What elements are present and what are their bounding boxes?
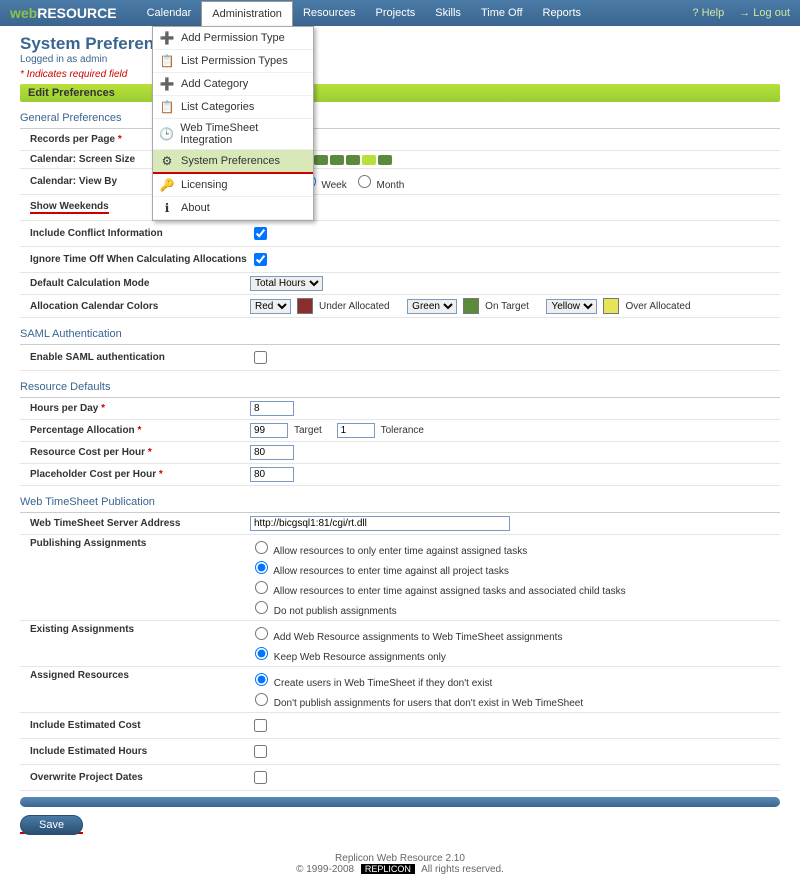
pct-tol-input[interactable] bbox=[337, 423, 375, 438]
pub-label: Publishing Assignments bbox=[20, 538, 250, 549]
dd-list-categories[interactable]: 📋List Categories bbox=[153, 96, 313, 119]
server-input[interactable] bbox=[250, 516, 510, 531]
menu-icon: ⚙ bbox=[159, 153, 175, 169]
ph-label: Placeholder Cost per Hour bbox=[30, 469, 156, 480]
page-title: System Preferences bbox=[20, 34, 780, 54]
dd-about[interactable]: ℹAbout bbox=[153, 197, 313, 220]
pub-opt-0[interactable]: Allow resources to only enter time again… bbox=[250, 538, 527, 557]
dd-add-category[interactable]: ➕Add Category bbox=[153, 73, 313, 96]
dd-web-timesheet-integration[interactable]: 🕒Web TimeSheet Integration bbox=[153, 119, 313, 150]
assign-opt-0[interactable]: Create users in Web TimeSheet if they do… bbox=[250, 670, 492, 689]
login-info: Logged in as admin bbox=[20, 54, 780, 65]
menu-reports[interactable]: Reports bbox=[533, 0, 592, 26]
pub-opt-2[interactable]: Allow resources to enter time against as… bbox=[250, 578, 626, 597]
ignoretime-checkbox[interactable] bbox=[254, 253, 267, 266]
pip-8[interactable] bbox=[378, 155, 392, 165]
exist-label: Existing Assignments bbox=[20, 624, 250, 635]
overwrite-checkbox[interactable] bbox=[254, 771, 267, 784]
target-swatch bbox=[463, 298, 479, 314]
under-select[interactable]: Red bbox=[250, 299, 291, 314]
dd-licensing[interactable]: 🔑Licensing bbox=[153, 174, 313, 197]
menu-administration[interactable]: Administration bbox=[201, 1, 293, 26]
pub-opt-3[interactable]: Do not publish assignments bbox=[250, 598, 397, 617]
menu-calendar[interactable]: Calendar bbox=[137, 0, 202, 26]
app-logo: webRESOURCE bbox=[10, 5, 117, 21]
menu-icon: ℹ bbox=[159, 200, 175, 216]
pip-5[interactable] bbox=[330, 155, 344, 165]
conflict-checkbox[interactable] bbox=[254, 227, 267, 240]
under-swatch bbox=[297, 298, 313, 314]
over-swatch bbox=[603, 298, 619, 314]
under-text: Under Allocated bbox=[319, 301, 390, 312]
save-button[interactable]: Save bbox=[20, 815, 83, 835]
dd-system-preferences[interactable]: ⚙System Preferences bbox=[153, 150, 313, 174]
conflict-label: Include Conflict Information bbox=[20, 228, 250, 239]
main-menu: CalendarAdministrationResourcesProjectsS… bbox=[137, 0, 693, 26]
records-label: Records per Page bbox=[30, 134, 115, 145]
dd-add-permission-type[interactable]: ➕Add Permission Type bbox=[153, 27, 313, 50]
over-text: Over Allocated bbox=[625, 301, 690, 312]
viewby-radio-group: Day Week Month bbox=[250, 172, 780, 191]
help-link[interactable]: ? Help bbox=[692, 7, 724, 19]
alloc-label: Allocation Calendar Colors bbox=[20, 301, 250, 312]
assign-opt-1[interactable]: Don't publish assignments for users that… bbox=[250, 690, 583, 709]
cost-input[interactable] bbox=[250, 445, 294, 460]
server-label: Web TimeSheet Server Address bbox=[20, 518, 250, 529]
target-text: On Target bbox=[485, 301, 529, 312]
section-saml: SAML Authentication bbox=[20, 324, 780, 345]
menu-icon: ➕ bbox=[159, 76, 175, 92]
menu-icon: 📋 bbox=[159, 53, 175, 69]
menu-projects[interactable]: Projects bbox=[366, 0, 426, 26]
page-footer: Replicon Web Resource 2.10 © 1999-2008 R… bbox=[20, 853, 780, 875]
menu-icon: 🕒 bbox=[159, 126, 174, 142]
admin-dropdown: ➕Add Permission Type📋List Permission Typ… bbox=[152, 26, 314, 221]
esthours-checkbox[interactable] bbox=[254, 745, 267, 758]
pip-7[interactable] bbox=[362, 155, 376, 165]
pct-target-input[interactable] bbox=[250, 423, 288, 438]
saml-label: Enable SAML authentication bbox=[20, 352, 250, 363]
section-wts: Web TimeSheet Publication bbox=[20, 492, 780, 513]
esthours-label: Include Estimated Hours bbox=[20, 746, 250, 757]
menu-resources[interactable]: Resources bbox=[293, 0, 366, 26]
pub-opt-1[interactable]: Allow resources to enter time against al… bbox=[250, 558, 509, 577]
saml-checkbox[interactable] bbox=[254, 351, 267, 364]
menu-icon: 🔑 bbox=[159, 177, 175, 193]
ph-input[interactable] bbox=[250, 467, 294, 482]
cost-label: Resource Cost per Hour bbox=[30, 447, 145, 458]
overwrite-label: Overwrite Project Dates bbox=[20, 772, 250, 783]
over-select[interactable]: Yellow bbox=[546, 299, 597, 314]
pct-label: Percentage Allocation bbox=[30, 425, 135, 436]
pip-4[interactable] bbox=[314, 155, 328, 165]
footer-bar bbox=[20, 797, 780, 807]
logout-link[interactable]: → Log out bbox=[739, 7, 790, 19]
menu-icon: 📋 bbox=[159, 99, 175, 115]
estcost-label: Include Estimated Cost bbox=[20, 720, 250, 731]
estcost-checkbox[interactable] bbox=[254, 719, 267, 732]
ignoretime-label: Ignore Time Off When Calculating Allocat… bbox=[20, 254, 250, 265]
target-select[interactable]: Green bbox=[407, 299, 457, 314]
hours-input[interactable] bbox=[250, 401, 294, 416]
section-resource: Resource Defaults bbox=[20, 377, 780, 398]
viewby-month[interactable]: Month bbox=[353, 172, 405, 191]
calcmode-select[interactable]: Total Hours bbox=[250, 276, 323, 291]
menu-skills[interactable]: Skills bbox=[425, 0, 471, 26]
exist-opt-1[interactable]: Keep Web Resource assignments only bbox=[250, 644, 446, 663]
required-note: * Indicates required field bbox=[20, 69, 780, 80]
exist-opt-0[interactable]: Add Web Resource assignments to Web Time… bbox=[250, 624, 562, 643]
assign-label: Assigned Resources bbox=[20, 670, 250, 681]
menu-time-off[interactable]: Time Off bbox=[471, 0, 533, 26]
dd-list-permission-types[interactable]: 📋List Permission Types bbox=[153, 50, 313, 73]
calcmode-label: Default Calculation Mode bbox=[20, 278, 250, 289]
section-edit: Edit Preferences bbox=[20, 84, 780, 102]
section-general: General Preferences bbox=[20, 108, 780, 129]
hours-label: Hours per Day bbox=[30, 403, 98, 414]
pip-6[interactable] bbox=[346, 155, 360, 165]
menu-icon: ➕ bbox=[159, 30, 175, 46]
weekends-label: Show Weekends bbox=[30, 201, 109, 214]
